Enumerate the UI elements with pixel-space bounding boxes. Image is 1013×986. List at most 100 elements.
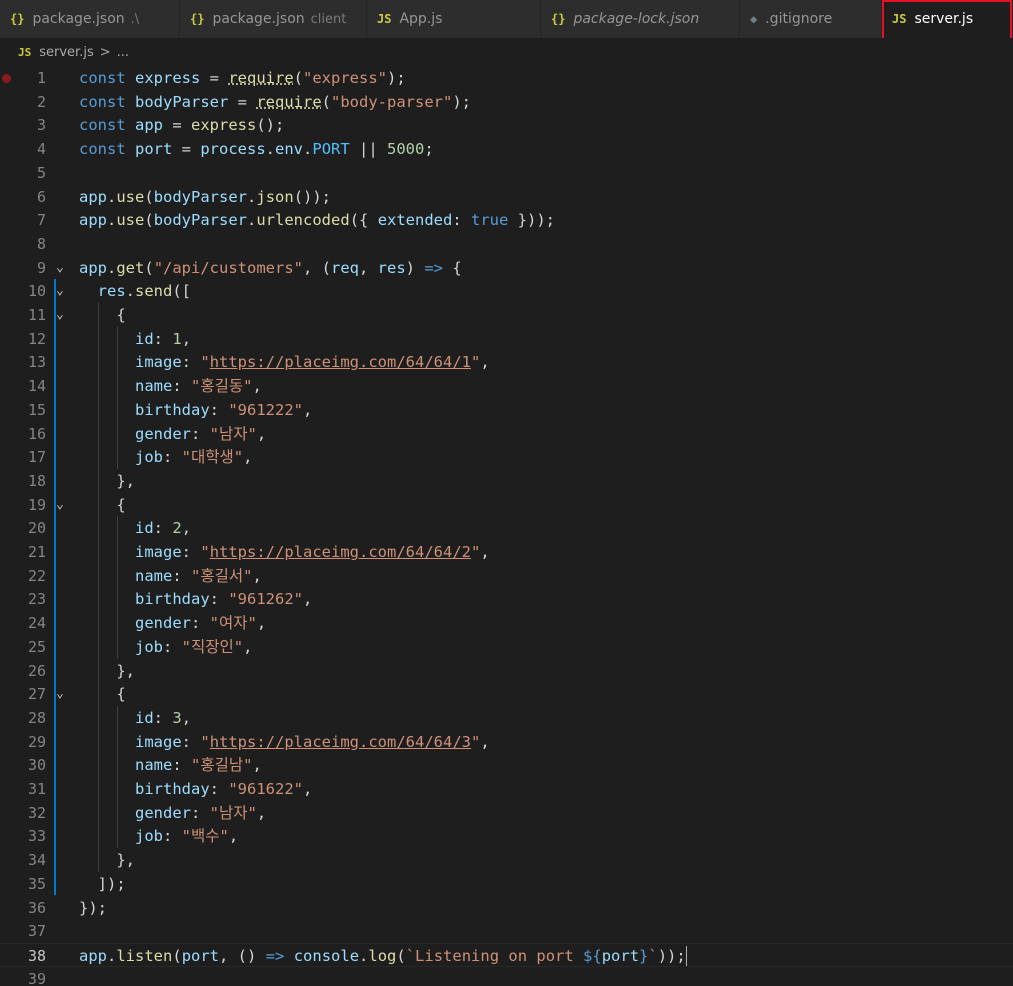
line-number: 17 (27, 448, 46, 467)
code-text: id: 1, (135, 329, 192, 348)
tab-package-json-[interactable]: {} package.json .\ (0, 0, 180, 38)
code-line[interactable]: 17 job: "대학생", (0, 445, 1013, 469)
code-text: ]); (79, 874, 126, 893)
code-line[interactable]: 37 (0, 919, 1013, 943)
code-line[interactable]: 34 }, (0, 848, 1013, 872)
code-line[interactable]: 7 app.use(bodyParser.urlencoded({ extende… (0, 208, 1013, 232)
text-cursor (685, 946, 687, 967)
code-line[interactable]: 35 ]); (0, 872, 1013, 896)
line-number: 36 (27, 898, 46, 917)
code-line[interactable]: 26 }, (0, 659, 1013, 683)
code-line[interactable]: 15 birthday: "961222", (0, 398, 1013, 422)
code-text: }, (79, 851, 135, 870)
breadcrumb-file[interactable]: server.js (39, 45, 93, 60)
line-number: 29 (27, 732, 46, 751)
line-number: 18 (27, 471, 46, 490)
code-text: name: "홍길남", (135, 756, 262, 775)
code-text: app.use(bodyParser.json()); (79, 187, 332, 206)
code-line[interactable]: 31 birthday: "961622", (0, 777, 1013, 801)
json-icon: {} (551, 12, 566, 26)
code-line[interactable]: 27 ⌄ { (0, 682, 1013, 706)
code-text: }, (79, 661, 135, 680)
line-number: 25 (27, 637, 46, 656)
line-number: 9 (36, 258, 46, 277)
tab-app-js[interactable]: JS App.js (367, 0, 541, 38)
line-number: 10 (27, 282, 46, 301)
code-text: { (79, 306, 126, 324)
breadcrumb-more[interactable]: ... (117, 45, 129, 60)
json-icon: {} (10, 12, 25, 26)
code-text: image: "https://placeimg.com/64/64/3", (135, 732, 490, 751)
line-number: 23 (27, 590, 46, 609)
code-line[interactable]: 11 ⌄ { (0, 303, 1013, 327)
code-line[interactable]: 6 app.use(bodyParser.json()); (0, 185, 1013, 209)
code-line[interactable]: 20 id: 2, (0, 516, 1013, 540)
code-line[interactable]: 39 (0, 967, 1013, 986)
fold-chevron-icon[interactable]: ⌄ (56, 682, 64, 706)
breadcrumb[interactable]: JS server.js > ... (0, 38, 1013, 66)
line-number: 38 (27, 946, 46, 965)
line-number: 33 (27, 827, 46, 846)
tab--gitignore[interactable]: ◆ .gitignore (740, 0, 882, 38)
line-number: 6 (36, 187, 46, 206)
code-line[interactable]: 2 const bodyParser = require("body-parser… (0, 90, 1013, 114)
code-line[interactable]: 28 id: 3, (0, 706, 1013, 730)
code-line[interactable]: 38 app.listen(port, () => console.log(`Li… (0, 942, 1013, 967)
code-line[interactable]: 5 (0, 161, 1013, 185)
tab-package-lock-json[interactable]: {} package-lock.json (541, 0, 740, 38)
line-number: 11 (27, 306, 46, 324)
line-number: 22 (27, 566, 46, 585)
code-text: }); (79, 898, 107, 917)
fold-chevron-icon[interactable]: ⌄ (56, 256, 64, 280)
code-line[interactable]: 24 gender: "여자", (0, 611, 1013, 635)
line-number: 8 (36, 234, 46, 253)
fold-chevron-icon[interactable]: ⌄ (56, 493, 64, 517)
line-number: 30 (27, 756, 46, 775)
code-line[interactable]: 23 birthday: "961262", (0, 587, 1013, 611)
code-line[interactable]: 4 const port = process.env.PORT || 5000; (0, 137, 1013, 161)
code-line[interactable]: 29 image: "https://placeimg.com/64/64/3"… (0, 730, 1013, 754)
line-number: 26 (27, 661, 46, 680)
code-line[interactable]: 16 gender: "남자", (0, 422, 1013, 446)
code-line[interactable]: 19 ⌄ { (0, 493, 1013, 517)
line-number: 2 (36, 92, 46, 111)
code-text: job: "대학생", (135, 448, 253, 467)
line-number: 5 (36, 163, 46, 182)
line-number: 16 (27, 424, 46, 443)
code-line[interactable]: 22 name: "홍길서", (0, 564, 1013, 588)
fold-chevron-icon[interactable]: ⌄ (56, 279, 64, 303)
breadcrumb-separator: > (99, 44, 111, 60)
tab-label: package.json (32, 11, 125, 27)
line-number: 34 (27, 851, 46, 870)
code-text: name: "홍길동", (135, 377, 262, 396)
code-line[interactable]: 1 const express = require("express"); (0, 66, 1013, 90)
indent-guide (54, 279, 56, 896)
tab-package-json-client[interactable]: {} package.json client (180, 0, 367, 38)
code-line[interactable]: 25 job: "직장인", (0, 635, 1013, 659)
code-line[interactable]: 36}); (0, 896, 1013, 920)
fold-chevron-icon[interactable]: ⌄ (56, 303, 64, 327)
code-text: name: "홍길서", (135, 566, 262, 585)
code-line[interactable]: 33 job: "백수", (0, 824, 1013, 848)
code-line[interactable]: 14 name: "홍길동", (0, 374, 1013, 398)
code-text: job: "직장인", (135, 637, 253, 656)
code-line[interactable]: 30 name: "홍길남", (0, 753, 1013, 777)
code-line[interactable]: 32 gender: "남자", (0, 801, 1013, 825)
code-text: { (79, 685, 126, 704)
code-line[interactable]: 9 ⌄ app.get("/api/customers", (req, res) =… (0, 256, 1013, 280)
code-line[interactable]: 12 id: 1, (0, 327, 1013, 351)
code-line[interactable]: 3 const app = express(); (0, 113, 1013, 137)
line-number: 20 (27, 519, 46, 538)
code-line[interactable]: 18 }, (0, 469, 1013, 493)
code-text: birthday: "961622", (135, 780, 313, 798)
code-editor[interactable]: 1 const express = require("express"); 2 con… (0, 66, 1013, 986)
tab-server-js[interactable]: JS server.js (882, 0, 1013, 38)
code-line[interactable]: 13 image: "https://placeimg.com/64/64/1"… (0, 350, 1013, 374)
code-line[interactable]: 10 ⌄ res.send([ (0, 279, 1013, 303)
git-icon: ◆ (750, 12, 758, 26)
code-line[interactable]: 21 image: "https://placeimg.com/64/64/2"… (0, 540, 1013, 564)
code-line[interactable]: 8 (0, 232, 1013, 256)
code-text: const port = process.env.PORT || 5000; (79, 140, 434, 159)
tab-label: package-lock.json (573, 11, 700, 27)
indent-guide (117, 326, 118, 469)
